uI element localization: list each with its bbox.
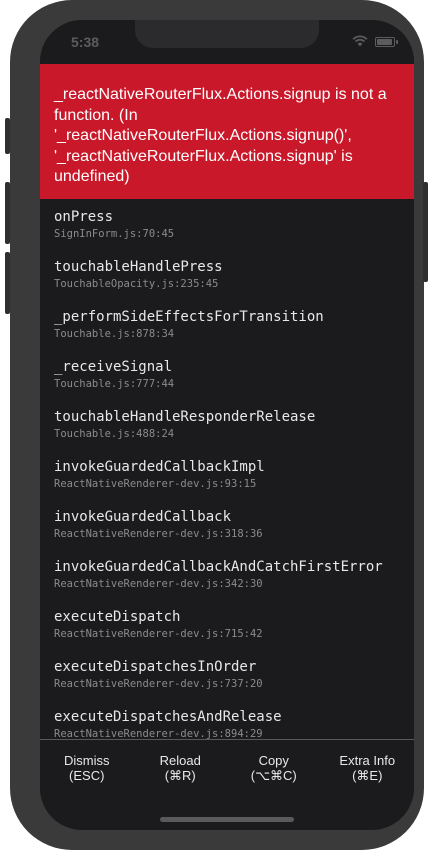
frame-function-name: executeDispatchesInOrder (54, 659, 257, 675)
wifi-icon (352, 35, 368, 47)
notch (135, 20, 319, 48)
error-banner: _reactNativeRouterFlux.Actions.signup is… (40, 64, 414, 199)
stack-frame[interactable]: _performSideEffectsForTransition Touchab… (40, 299, 414, 349)
extra-info-shortcut: (⌘E) (352, 768, 383, 783)
frame-location: ReactNativeRenderer-dev.js:318:36 (54, 528, 263, 540)
copy-button[interactable]: Copy (⌥⌘C) (227, 740, 321, 798)
battery-icon (375, 37, 398, 47)
frame-location: SignInForm.js:70:45 (54, 228, 175, 240)
frame-location: ReactNativeRenderer-dev.js:93:15 (54, 478, 257, 490)
stack-trace-list[interactable]: onPress SignInForm.js:70:45 touchableHan… (40, 199, 414, 739)
frame-function-name: _performSideEffectsForTransition (54, 309, 324, 325)
mute-switch (5, 118, 10, 154)
stack-frame[interactable]: executeDispatchesInOrder ReactNativeRend… (40, 649, 414, 699)
reload-shortcut: (⌘R) (164, 768, 196, 783)
frame-function-name: touchableHandleResponderRelease (54, 409, 316, 425)
frame-location: Touchable.js:488:24 (54, 428, 175, 440)
stack-frame[interactable]: onPress SignInForm.js:70:45 (40, 199, 414, 249)
stack-frame[interactable]: touchableHandleResponderRelease Touchabl… (40, 399, 414, 449)
frame-location: Touchable.js:878:34 (54, 328, 175, 340)
copy-label: Copy (258, 753, 289, 768)
frame-function-name: onPress (54, 209, 114, 225)
extra-info-button[interactable]: Extra Info (⌘E) (321, 740, 415, 798)
frame-location: Touchable.js:777:44 (54, 378, 175, 390)
screen: 5:38 _reactNativeRouterFlux.Actions.sign… (40, 20, 414, 830)
dismiss-shortcut: (ESC) (69, 768, 105, 783)
frame-function-name: executeDispatchesAndRelease (54, 709, 282, 725)
frame-function-name: _receiveSignal (54, 359, 173, 375)
stack-frame[interactable]: executeDispatchesAndRelease ReactNativeR… (40, 699, 414, 739)
frame-location: TouchableOpacity.js:235:45 (54, 278, 219, 290)
frame-function-name: executeDispatch (54, 609, 181, 625)
stack-frame[interactable]: invokeGuardedCallbackAndCatchFirstError … (40, 549, 414, 599)
stack-frame[interactable]: invokeGuardedCallbackImpl ReactNativeRen… (40, 449, 414, 499)
frame-location: ReactNativeRenderer-dev.js:342:30 (54, 578, 263, 590)
volume-down-button (5, 252, 10, 314)
stack-frame[interactable]: executeDispatch ReactNativeRenderer-dev.… (40, 599, 414, 649)
frame-function-name: invokeGuardedCallback (54, 509, 232, 525)
dismiss-button[interactable]: Dismiss (ESC) (40, 740, 134, 798)
stack-frame[interactable]: _receiveSignal Touchable.js:777:44 (40, 349, 414, 399)
frame-function-name: touchableHandlePress (54, 259, 223, 275)
home-indicator[interactable] (160, 817, 294, 822)
copy-shortcut: (⌥⌘C) (250, 768, 297, 783)
frame-function-name: invokeGuardedCallbackAndCatchFirstError (54, 559, 383, 575)
volume-up-button (5, 182, 10, 244)
reload-button[interactable]: Reload (⌘R) (134, 740, 228, 798)
frame-function-name: invokeGuardedCallbackImpl (54, 459, 265, 475)
frame-location: ReactNativeRenderer-dev.js:894:29 (54, 728, 263, 739)
redbox-toolbar: Dismiss (ESC) Reload (⌘R) Copy (⌥⌘C) Ext… (40, 739, 414, 798)
stack-frame[interactable]: touchableHandlePress TouchableOpacity.js… (40, 249, 414, 299)
status-time: 5:38 (71, 34, 100, 50)
phone-frame: 5:38 _reactNativeRouterFlux.Actions.sign… (10, 0, 424, 850)
reload-label: Reload (159, 753, 201, 768)
dismiss-label: Dismiss (64, 753, 110, 768)
power-button (423, 182, 428, 282)
frame-location: ReactNativeRenderer-dev.js:715:42 (54, 628, 263, 640)
error-message: _reactNativeRouterFlux.Actions.signup is… (54, 86, 387, 185)
status-bar: 5:38 (40, 20, 414, 64)
extra-info-label: Extra Info (339, 753, 396, 768)
stack-frame[interactable]: invokeGuardedCallback ReactNativeRendere… (40, 499, 414, 549)
frame-location: ReactNativeRenderer-dev.js:737:20 (54, 678, 263, 690)
